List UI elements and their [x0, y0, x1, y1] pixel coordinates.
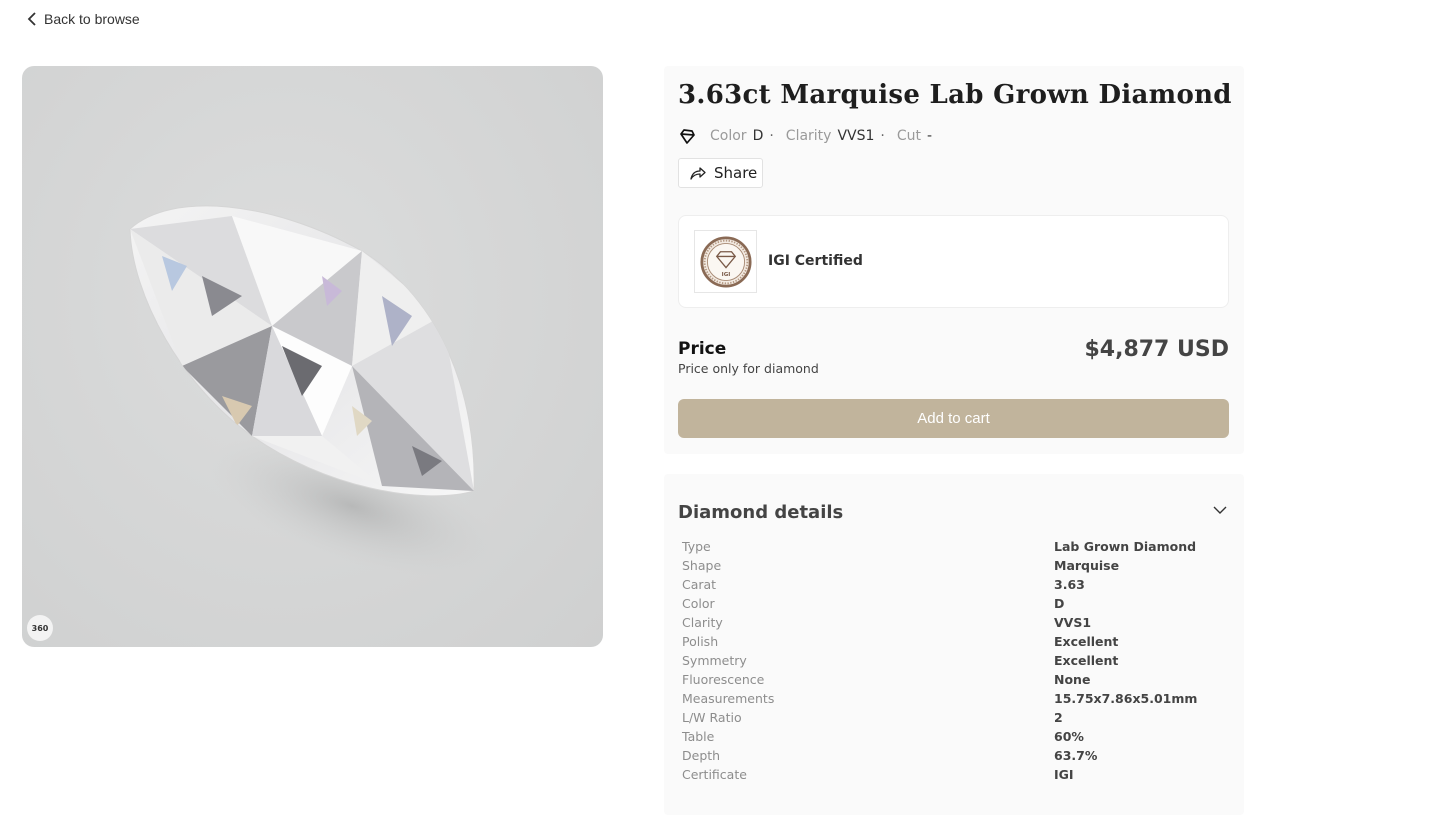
details-value: 15.75x7.86x5.01mm — [1054, 691, 1198, 706]
details-key: Shape — [682, 558, 722, 573]
diamond-image-viewer[interactable]: 360 — [22, 66, 603, 647]
product-title: 3.63ct Marquise Lab Grown Diamond — [678, 80, 1232, 110]
details-key: Table — [682, 729, 715, 744]
certificate-label: IGI Certified — [768, 253, 863, 269]
details-row-lw-ratio: L/W Ratio 2 — [682, 709, 1232, 728]
details-row-symmetry: Symmetry Excellent — [682, 652, 1232, 671]
details-key: Depth — [682, 748, 721, 763]
certificate-card: IGI IGI Certified — [678, 215, 1229, 308]
spec-color-label: Color — [710, 128, 747, 144]
spec-separator: · — [880, 128, 885, 144]
chevron-down-icon[interactable] — [1213, 505, 1227, 515]
diamond-image — [129, 205, 496, 576]
price-label: Price — [678, 339, 727, 359]
details-value: Excellent — [1054, 653, 1119, 668]
add-to-cart-button[interactable]: Add to cart — [678, 399, 1229, 438]
product-specs: Color D · Clarity VVS1 · Cut - — [678, 126, 932, 146]
details-value: IGI — [1054, 767, 1074, 782]
details-value: 60% — [1054, 729, 1084, 744]
back-to-browse-link[interactable]: Back to browse — [26, 10, 140, 28]
spec-clarity-value: VVS1 — [837, 128, 875, 144]
details-key: L/W Ratio — [682, 710, 742, 725]
details-key: Polish — [682, 634, 719, 649]
diamond-icon — [680, 129, 695, 144]
details-row-measurements: Measurements 15.75x7.86x5.01mm — [682, 690, 1232, 709]
details-value: Marquise — [1054, 558, 1120, 573]
chevron-left-icon — [27, 12, 36, 26]
spec-separator: · — [769, 128, 774, 144]
details-row-table: Table 60% — [682, 728, 1232, 747]
svg-text:IGI: IGI — [721, 271, 730, 277]
details-row-clarity: Clarity VVS1 — [682, 614, 1232, 633]
rotate-360-label: 360 — [31, 623, 49, 633]
details-key: Carat — [682, 577, 717, 592]
details-row-fluorescence: Fluorescence None — [682, 671, 1232, 690]
igi-seal-logo: IGI — [694, 230, 757, 293]
diamond-details-table: Type Lab Grown Diamond Shape Marquise Cara… — [682, 538, 1232, 785]
details-row-depth: Depth 63.7% — [682, 747, 1232, 766]
details-row-shape: Shape Marquise — [682, 557, 1232, 576]
details-key: Color — [682, 596, 715, 611]
details-key: Type — [682, 539, 711, 554]
rotate-360-button[interactable]: 360 — [27, 615, 53, 641]
details-value: D — [1054, 596, 1065, 611]
spec-clarity-label: Clarity — [785, 128, 832, 144]
details-row-certificate: Certificate IGI — [682, 766, 1232, 785]
details-value: Excellent — [1054, 634, 1119, 649]
details-row-color: Color D — [682, 595, 1232, 614]
details-value: Lab Grown Diamond — [1054, 539, 1197, 554]
details-value: 63.7% — [1054, 748, 1098, 763]
details-key: Measurements — [682, 691, 775, 706]
details-row-polish: Polish Excellent — [682, 633, 1232, 652]
details-key: Certificate — [682, 767, 747, 782]
diamond-details-title[interactable]: Diamond details — [678, 502, 843, 523]
details-key: Fluorescence — [682, 672, 765, 687]
price-sub-label: Price only for diamond — [678, 361, 819, 376]
details-value: 2 — [1054, 710, 1063, 725]
details-key: Symmetry — [682, 653, 747, 668]
details-row-type: Type Lab Grown Diamond — [682, 538, 1232, 557]
details-value: VVS1 — [1054, 615, 1092, 630]
share-label: Share — [714, 164, 758, 182]
details-row-carat: Carat 3.63 — [682, 576, 1232, 595]
details-value: None — [1054, 672, 1091, 687]
spec-cut-label: Cut — [896, 128, 922, 144]
share-icon — [690, 167, 706, 180]
price-value: $4,877 USD — [1084, 337, 1229, 362]
back-to-browse-label: Back to browse — [44, 11, 140, 27]
spec-color-value: D — [752, 128, 764, 144]
details-value: 3.63 — [1054, 577, 1085, 592]
details-key: Clarity — [682, 615, 723, 630]
share-button[interactable]: Share — [678, 158, 763, 188]
spec-cut-value: - — [927, 128, 933, 144]
